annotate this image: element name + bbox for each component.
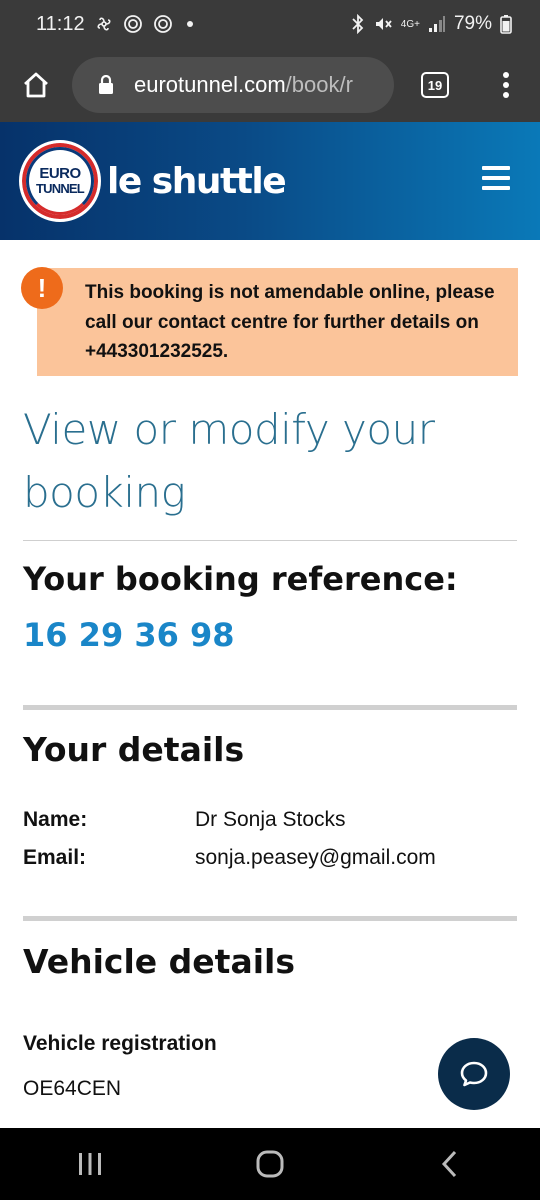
section-divider (23, 705, 517, 710)
bluetooth-icon (351, 14, 365, 34)
tabs-button[interactable]: 19 (394, 72, 476, 98)
chat-button[interactable] (438, 1038, 510, 1110)
logo-line-2: TUNNEL (36, 181, 85, 196)
back-icon (441, 1150, 457, 1178)
ring-icon (123, 14, 143, 34)
more-vert-icon (503, 72, 509, 98)
alert-banner: This booking is not amendable online, pl… (37, 268, 518, 376)
logo-text: EURO TUNNEL (22, 143, 98, 219)
mute-icon (373, 14, 393, 34)
address-bar[interactable]: eurotunnel.com/book/r (72, 57, 394, 113)
brand-name: le shuttle (107, 160, 287, 202)
vehicle-registration-value: OE64CEN (23, 1077, 122, 1100)
status-bar: 11:12 4G+ 79% (0, 0, 540, 48)
email-label: Email: (23, 846, 87, 869)
home-icon (24, 72, 48, 98)
recent-apps-icon (79, 1153, 101, 1175)
fan-icon (95, 15, 113, 33)
email-value: sonja.peasey@gmail.com (195, 846, 436, 869)
page-title: View or modify your booking (23, 405, 435, 517)
chat-bubble-icon (460, 1061, 488, 1087)
back-button[interactable] (410, 1134, 490, 1194)
url-domain: eurotunnel.com (134, 72, 286, 97)
tab-count: 19 (421, 72, 449, 98)
home-button[interactable] (0, 48, 72, 122)
logo-line-1: EURO (39, 165, 81, 182)
name-value: Dr Sonja Stocks (195, 808, 346, 831)
site-header: EURO TUNNEL le shuttle (0, 122, 540, 240)
url-text: eurotunnel.com/book/r (126, 72, 353, 98)
eurotunnel-logo[interactable]: EURO TUNNEL (19, 140, 101, 222)
name-label: Name: (23, 808, 88, 831)
booking-reference-value: 16 29 36 98 (23, 616, 235, 654)
divider (23, 540, 517, 541)
vehicle-details-heading: Vehicle details (23, 942, 295, 981)
battery-percent: 79% (453, 13, 492, 34)
status-time: 11:12 (36, 12, 85, 35)
warning-icon: ! (21, 267, 63, 309)
network-type: 4G+ (400, 18, 420, 30)
alert-message: This booking is not amendable online, pl… (85, 282, 495, 362)
vehicle-registration-label: Vehicle registration (23, 1032, 217, 1055)
section-divider (23, 916, 517, 921)
ring-icon (153, 14, 173, 34)
system-nav-bar (0, 1128, 540, 1200)
battery-icon (500, 14, 512, 34)
signal-icon (428, 15, 446, 33)
recent-apps-button[interactable] (50, 1134, 130, 1194)
dot-icon (183, 17, 197, 31)
lock-icon (72, 75, 126, 95)
home-nav-icon (256, 1150, 284, 1178)
your-details-heading: Your details (23, 730, 245, 769)
hamburger-menu-icon[interactable] (482, 166, 510, 196)
browser-toolbar: eurotunnel.com/book/r 19 (0, 48, 540, 122)
booking-reference-label: Your booking reference: (23, 560, 458, 598)
home-nav-button[interactable] (230, 1134, 310, 1194)
browser-menu-button[interactable] (476, 71, 536, 99)
url-path: /book/r (285, 72, 353, 97)
